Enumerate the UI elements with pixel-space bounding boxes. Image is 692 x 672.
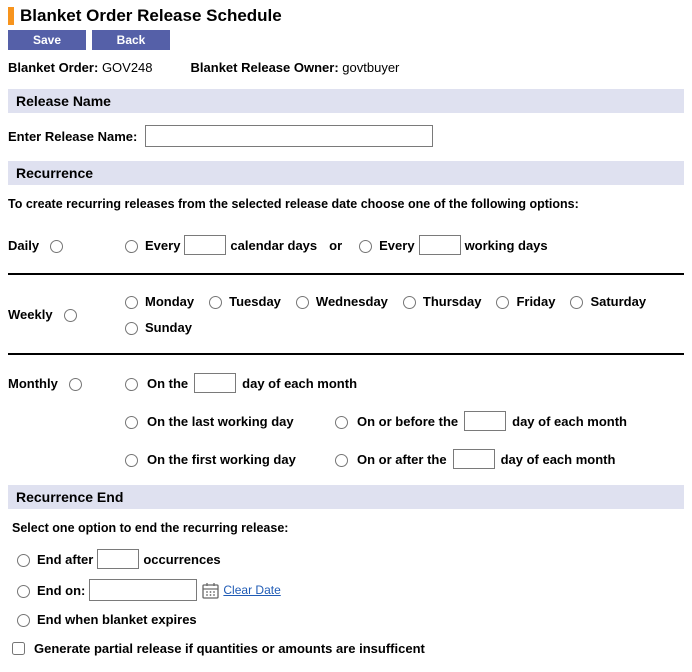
calendar-icon[interactable] [201,581,219,599]
monthly-on-before-suffix: day of each month [512,414,627,429]
weekly-wednesday-label: Wednesday [316,294,388,309]
blanket-order-value: GOV248 [102,60,153,75]
daily-or: or [323,238,348,253]
monthly-on-before-radio[interactable] [335,416,348,429]
daily-label: Daily [8,238,39,253]
end-after-prefix: End after [37,552,93,567]
end-on-label: End on: [37,583,85,598]
end-after-radio[interactable] [17,554,30,567]
monthly-on-after-prefix: On or after the [357,452,447,467]
end-on-radio[interactable] [17,585,30,598]
monthly-onthe-radio[interactable] [125,378,138,391]
weekly-tuesday-label: Tuesday [229,294,281,309]
end-after-suffix: occurrences [143,552,220,567]
blanket-release-owner-label: Blanket Release Owner: [191,60,339,75]
section-recurrence: Recurrence [8,161,684,185]
end-when-expires-radio[interactable] [17,614,30,627]
end-after-input[interactable] [97,549,139,569]
daily-every-cal-suffix: calendar days [230,238,317,253]
weekly-sunday-radio[interactable] [125,322,138,335]
daily-every-work-radio[interactable] [359,240,372,253]
daily-radio[interactable] [50,240,63,253]
blanket-order-label: Blanket Order: [8,60,98,75]
weekly-radio[interactable] [64,309,77,322]
monthly-first-working-radio[interactable] [125,454,138,467]
monthly-on-after-radio[interactable] [335,454,348,467]
section-release-name: Release Name [8,89,684,113]
clear-date-link[interactable]: Clear Date [223,583,280,597]
monthly-onthe-input[interactable] [194,373,236,393]
weekly-friday-label: Friday [516,294,555,309]
section-recurrence-end: Recurrence End [8,485,684,509]
end-when-expires-label: End when blanket expires [37,612,197,627]
divider [8,353,684,355]
recurrence-end-instructions: Select one option to end the recurring r… [12,521,684,535]
weekly-saturday-radio[interactable] [570,296,583,309]
recurrence-instructions: To create recurring releases from the se… [8,197,684,211]
save-button[interactable]: Save [8,30,86,50]
weekly-label: Weekly [8,307,53,322]
monthly-label: Monthly [8,376,58,391]
accent-bar [8,7,14,25]
monthly-on-before-prefix: On or before the [357,414,458,429]
release-name-label: Enter Release Name: [8,129,137,144]
daily-every-cal-prefix: Every [145,238,180,253]
weekly-wednesday-radio[interactable] [296,296,309,309]
release-name-input[interactable] [145,125,433,147]
weekly-saturday-label: Saturday [590,294,646,309]
weekly-monday-label: Monday [145,294,194,309]
daily-every-work-prefix: Every [379,238,414,253]
blanket-release-owner-value: govtbuyer [342,60,399,75]
monthly-on-after-suffix: day of each month [501,452,616,467]
monthly-last-working-label: On the last working day [147,414,294,429]
monthly-first-working-label: On the first working day [147,452,296,467]
monthly-onthe-prefix: On the [147,376,188,391]
page-title: Blanket Order Release Schedule [20,6,282,26]
daily-every-work-suffix: working days [465,238,548,253]
weekly-thursday-label: Thursday [423,294,482,309]
back-button[interactable]: Back [92,30,170,50]
monthly-onthe-suffix: day of each month [242,376,357,391]
monthly-on-after-input[interactable] [453,449,495,469]
daily-work-days-input[interactable] [419,235,461,255]
daily-cal-days-input[interactable] [184,235,226,255]
monthly-last-working-radio[interactable] [125,416,138,429]
daily-every-cal-radio[interactable] [125,240,138,253]
divider [8,273,684,275]
weekly-monday-radio[interactable] [125,296,138,309]
monthly-on-before-input[interactable] [464,411,506,431]
end-on-date-input[interactable] [89,579,197,601]
weekly-thursday-radio[interactable] [403,296,416,309]
weekly-friday-radio[interactable] [496,296,509,309]
weekly-sunday-label: Sunday [145,320,192,335]
weekly-tuesday-radio[interactable] [209,296,222,309]
monthly-radio[interactable] [69,378,82,391]
